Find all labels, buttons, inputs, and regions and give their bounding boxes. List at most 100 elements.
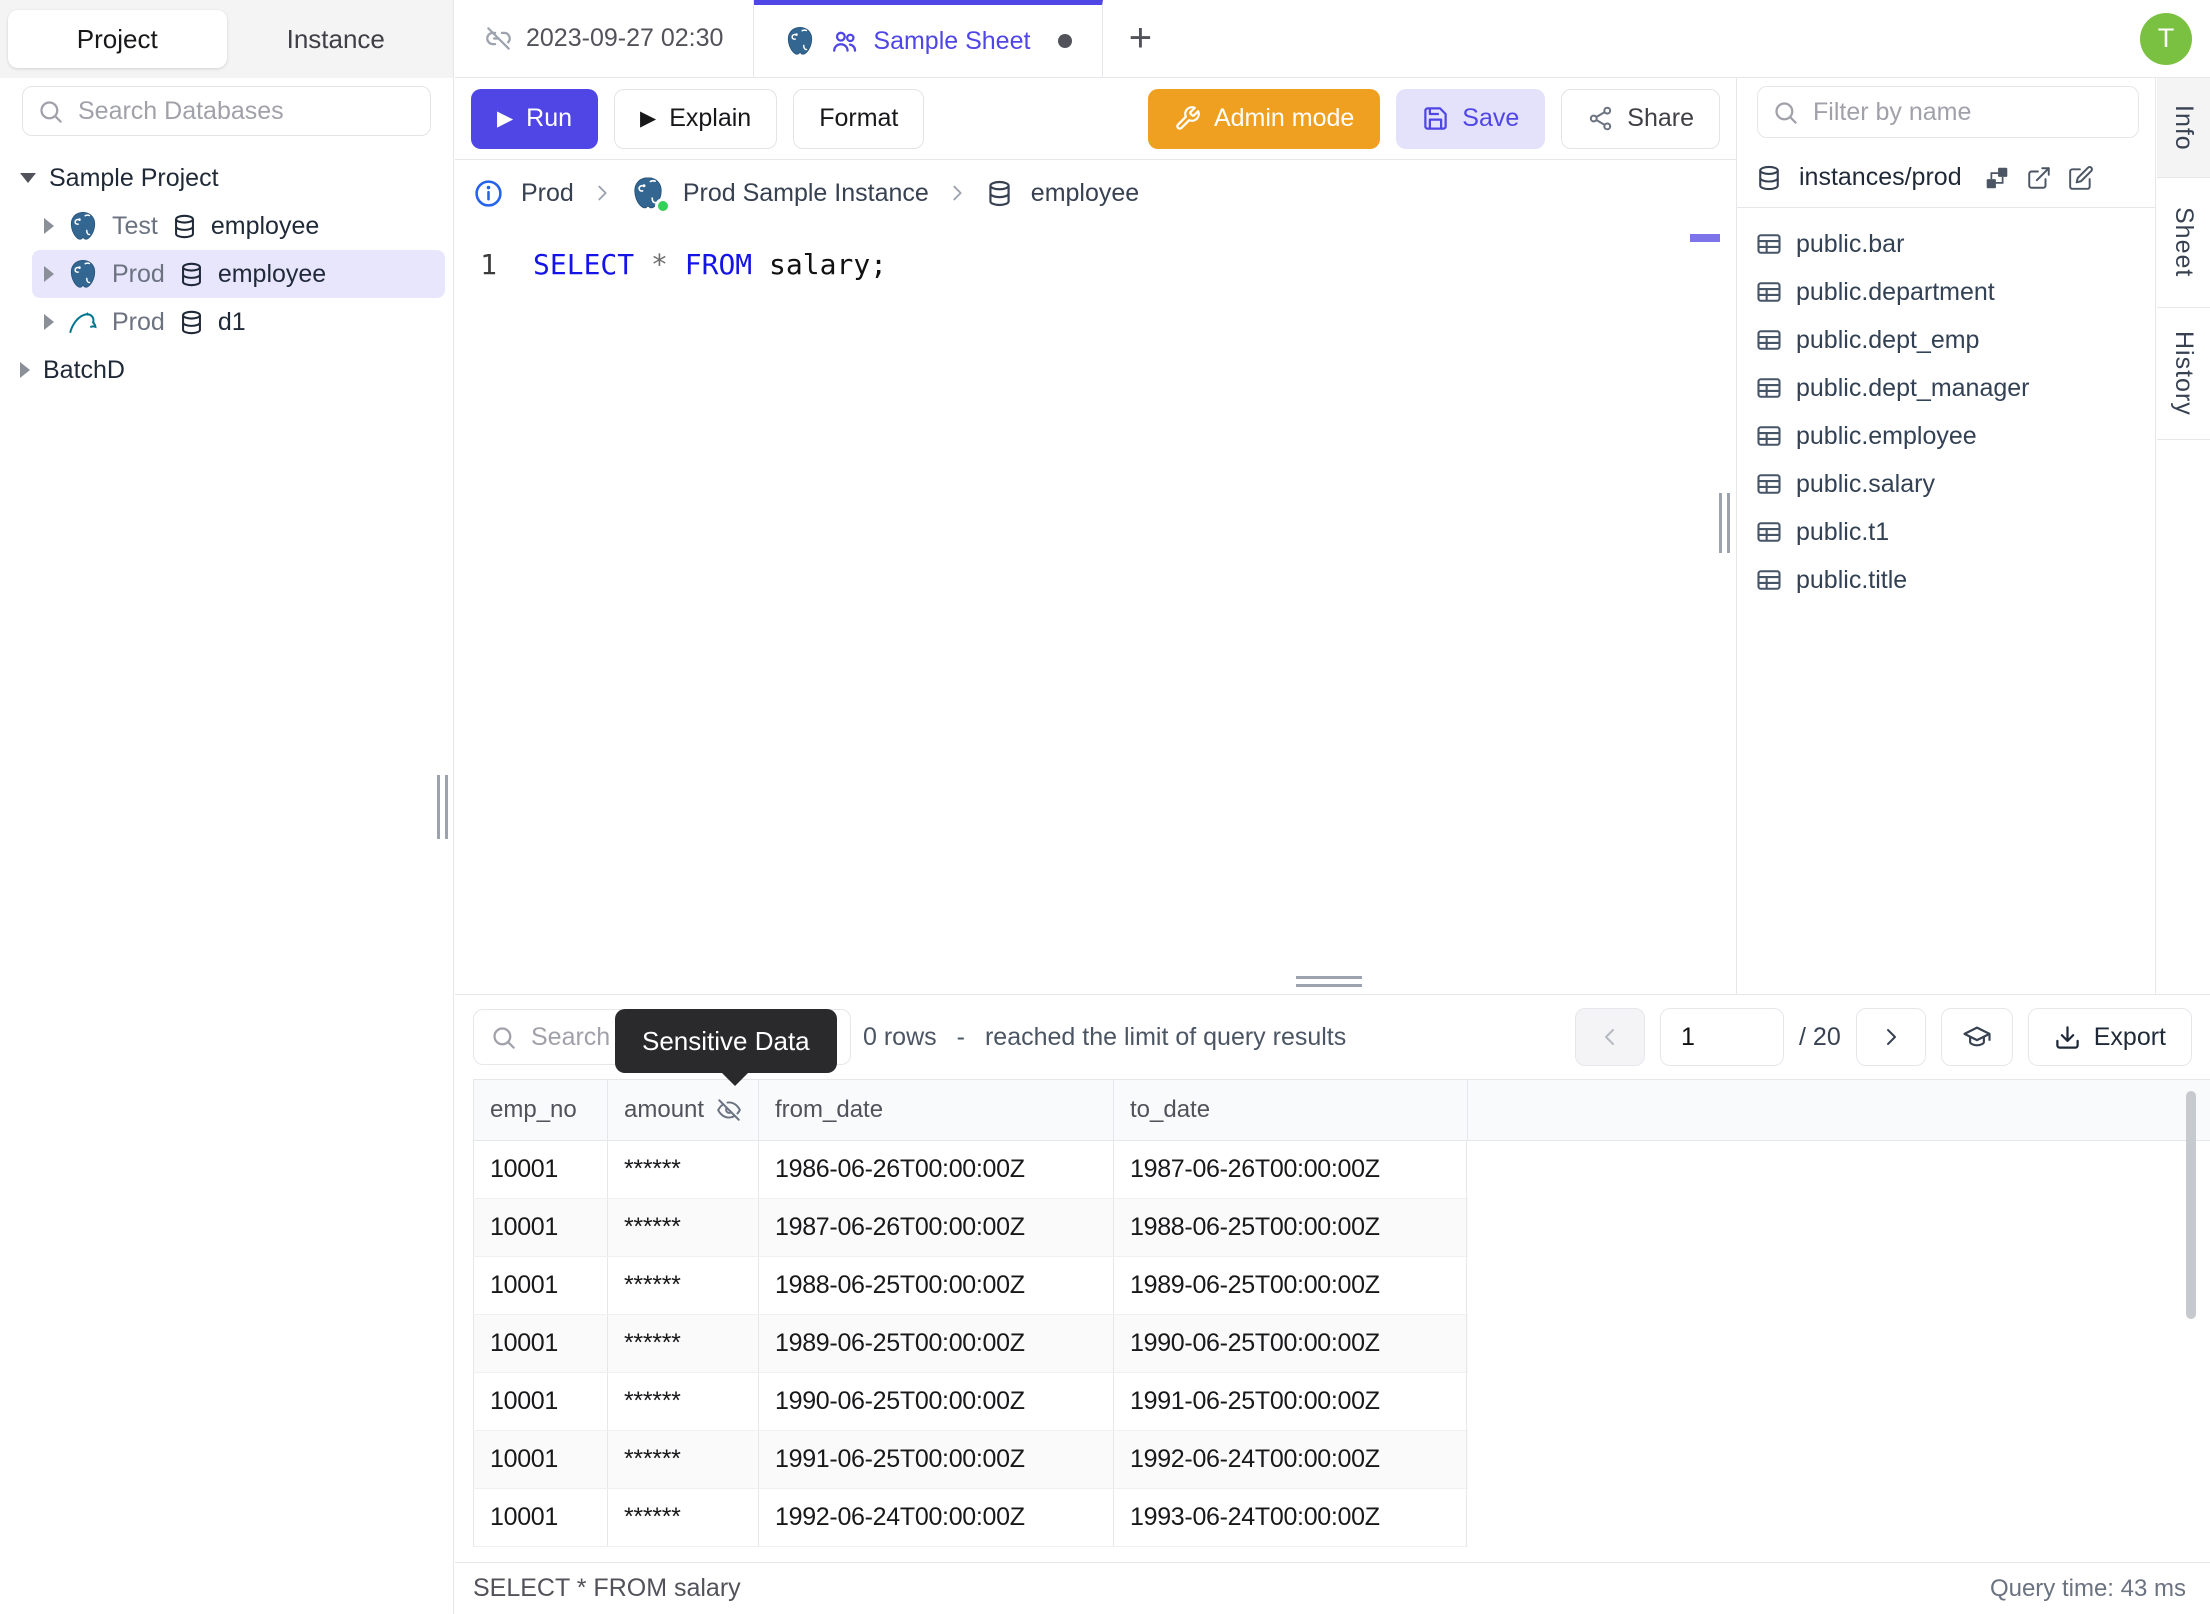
database-search-input[interactable] [76,95,416,127]
table-name: public.bar [1796,229,1905,258]
rail-tab-info[interactable]: Info [2157,78,2210,178]
handle-bar [1296,976,1362,979]
table-icon [1759,475,1780,493]
column-header-to-date[interactable]: to_date [1113,1080,1467,1140]
cell: 1992-06-24T00:00:00Z [758,1489,1113,1546]
cell: 1989-06-25T00:00:00Z [758,1315,1113,1372]
admin-mode-button[interactable]: Admin mode [1147,88,1381,149]
download-icon [2057,1027,2077,1047]
tree-db-prod-employee[interactable]: Prod employee [32,250,445,298]
new-tab-button[interactable]: + [1103,0,1177,77]
results-toolbar: Sensitive Data 0 rows - reached the limi… [455,995,2210,1086]
database-search[interactable] [22,86,431,136]
tab-sample-sheet[interactable]: Sample Sheet [754,0,1104,77]
database-icon [990,182,1008,205]
tree-db-prod-d1[interactable]: Prod d1 [32,298,445,346]
page-number-input[interactable] [1660,1008,1785,1066]
tab-unsaved-sheet[interactable]: 2023-09-27 02:30 [455,0,755,77]
schema-filter-input[interactable] [1811,96,2124,128]
column-header-amount[interactable]: amount [607,1080,758,1140]
postgres-icon [789,27,812,54]
schema-filter[interactable] [1757,86,2139,138]
avatar[interactable]: T [2140,12,2192,65]
results-scrollbar[interactable] [2186,1091,2196,1319]
side-rail: Info Sheet History [2157,78,2210,994]
eye-off-icon[interactable] [718,1100,740,1120]
prev-page-button[interactable] [1575,1008,1646,1066]
results-resize-handle[interactable] [1296,976,1362,987]
column-header-from-date[interactable]: from_date [758,1080,1113,1140]
column-header-emp-no[interactable]: emp_no [473,1080,607,1140]
table-list-item[interactable]: public.dept_emp [1737,316,2155,364]
table-list-item[interactable]: public.employee [1737,412,2155,460]
table-row[interactable]: 10001 ****** 1990-06-25T00:00:00Z 1991-06-2… [473,1373,1468,1431]
unsaved-dot-icon [1058,34,1073,48]
breadcrumb-environment[interactable]: Prod [521,179,574,208]
sql-editor[interactable]: 1 SELECT * FROM salary; [455,226,1736,994]
chevron-down-icon[interactable] [20,173,36,183]
search-icon [495,1028,514,1047]
postgres-icon [71,212,94,239]
tab-project[interactable]: Project [8,10,227,68]
save-icon [1426,108,1446,128]
instance-icon-wrap [630,175,671,214]
column-label: amount [624,1096,705,1123]
breadcrumb-instance[interactable]: Prod Sample Instance [683,179,929,208]
edit-icon[interactable] [2070,167,2092,189]
export-button[interactable]: Export [2027,1008,2192,1066]
panel-resize-handle[interactable] [1719,493,1730,553]
table-list-item[interactable]: public.dept_manager [1737,364,2155,412]
format-button[interactable]: Format [793,88,925,149]
cell-masked: ****** [607,1431,758,1488]
table-list-item[interactable]: public.t1 [1737,508,2155,556]
table-row[interactable]: 10001 ****** 1989-06-25T00:00:00Z 1990-06-2… [473,1315,1468,1373]
table-list-item[interactable]: public.bar [1737,220,2155,268]
tree-project-batchd[interactable]: BatchD [8,346,445,394]
table-list-item[interactable]: public.title [1737,556,2155,604]
sidebar-resize-handle[interactable] [437,775,448,839]
chevron-right-icon[interactable] [44,266,54,282]
results-grid: emp_no amount from_date to_date 10001 ***… [473,1079,2210,1547]
tree-project-sample[interactable]: Sample Project [8,154,445,202]
next-page-button[interactable] [1855,1008,1926,1066]
table-row[interactable]: 10001 ****** 1986-06-26T00:00:00Z 1987-06-2… [473,1141,1468,1199]
table-row[interactable]: 10001 ****** 1992-06-24T00:00:00Z 1993-06-2… [473,1489,1468,1547]
minimap-decoration [1690,234,1720,242]
tree-db-test-employee[interactable]: Test employee [32,202,445,250]
chevron-left-icon [1606,1030,1613,1044]
table-list-item[interactable]: public.salary [1737,460,2155,508]
info-icon[interactable] [477,181,501,205]
rail-tab-sheet[interactable]: Sheet [2157,178,2210,308]
visualize-button[interactable] [1940,1008,2013,1066]
sidebar: Project Instance Sample Project Test emp… [0,0,454,1614]
chevron-right-icon [1888,1030,1895,1044]
cell: 1990-06-25T00:00:00Z [758,1373,1113,1430]
database-label: d1 [217,307,246,336]
table-row[interactable]: 10001 ****** 1988-06-25T00:00:00Z 1989-06-2… [473,1257,1468,1315]
table-icon [1759,571,1780,589]
chevron-right-icon[interactable] [20,362,30,378]
sql-keyword: SELECT [533,248,635,281]
results-row-info: 0 rows - reached the limit of query resu… [863,1023,1346,1052]
search-icon [42,102,61,121]
limit-note: reached the limit of query results [984,1022,1347,1051]
save-button[interactable]: Save [1396,88,1546,149]
tab-instance[interactable]: Instance [227,10,446,68]
save-label: Save [1462,104,1520,132]
table-row[interactable]: 10001 ****** 1991-06-25T00:00:00Z 1992-06-2… [473,1431,1468,1489]
breadcrumb-database[interactable]: employee [1031,179,1139,208]
explain-button[interactable]: ▶ Explain [614,88,778,149]
chevron-right-icon[interactable] [44,314,54,330]
share-button[interactable]: Share [1561,88,1720,149]
cell-masked: ****** [607,1315,758,1372]
table-row[interactable]: 10001 ****** 1987-06-26T00:00:00Z 1988-06-2… [473,1199,1468,1257]
table-name: public.dept_emp [1796,325,1980,354]
unlink-icon [487,28,509,48]
external-link-icon[interactable] [2029,168,2049,188]
table-list-item[interactable]: public.department [1737,268,2155,316]
mysql-icon [70,312,95,332]
rail-tab-history[interactable]: History [2157,308,2210,440]
schema-diagram-icon[interactable] [1986,167,2007,188]
run-button[interactable]: ▶ Run [471,88,599,149]
chevron-right-icon[interactable] [44,218,54,234]
